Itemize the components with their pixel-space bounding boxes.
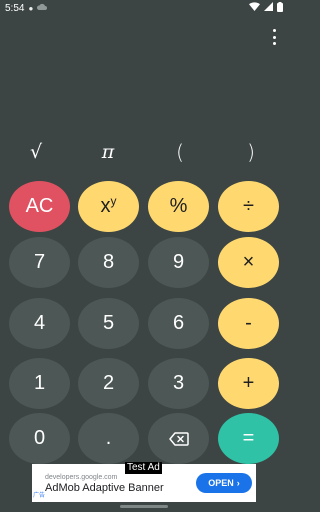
cloud-icon <box>37 3 48 13</box>
backspace-icon <box>168 431 189 446</box>
digit-5-button[interactable]: 5 <box>78 298 139 349</box>
ad-open-label: OPEN <box>208 478 234 488</box>
ad-label: Test Ad <box>125 462 162 474</box>
divide-button[interactable]: ÷ <box>218 181 279 232</box>
status-time: 5:54 <box>5 2 25 14</box>
digit-9-button[interactable]: 9 <box>148 237 209 288</box>
ad-badge: 广告 <box>33 493 46 499</box>
pi-key[interactable]: π <box>78 138 138 166</box>
chat-bubble-icon: ● <box>28 3 34 13</box>
digit-0-button[interactable]: 0 <box>9 413 70 464</box>
sqrt-key[interactable]: √ <box>6 138 66 166</box>
wifi-icon <box>249 2 260 14</box>
ad-domain: developers.google.com <box>45 474 118 481</box>
power-base-label: x <box>100 195 111 217</box>
percent-button[interactable]: % <box>148 181 209 232</box>
chevron-right-icon: › <box>236 478 240 488</box>
signal-icon <box>264 2 273 14</box>
calculator-display <box>0 40 288 136</box>
power-button[interactable]: xy <box>78 181 139 232</box>
status-bar: 5:54 ● <box>0 0 288 16</box>
multiply-button[interactable]: × <box>218 237 279 288</box>
add-button[interactable]: + <box>218 358 279 409</box>
digit-2-button[interactable]: 2 <box>78 358 139 409</box>
backspace-button[interactable] <box>148 413 209 464</box>
digit-1-button[interactable]: 1 <box>9 358 70 409</box>
navigation-handle[interactable] <box>120 505 168 508</box>
equals-button[interactable]: = <box>218 413 279 464</box>
power-exponent-label: y <box>110 193 117 208</box>
digit-3-button[interactable]: 3 <box>148 358 209 409</box>
subtract-button[interactable]: - <box>218 298 279 349</box>
open-paren-key[interactable]: ( <box>150 138 210 166</box>
battery-icon <box>277 1 283 15</box>
close-paren-key[interactable]: ) <box>221 138 281 166</box>
decimal-button[interactable]: . <box>78 413 139 464</box>
ad-open-button[interactable]: OPEN › <box>196 473 252 493</box>
ad-banner[interactable]: Test Ad developers.google.com AdMob Adap… <box>32 462 256 502</box>
digit-7-button[interactable]: 7 <box>9 237 70 288</box>
scientific-keys-row: √ π ( ) <box>0 138 288 166</box>
digit-4-button[interactable]: 4 <box>9 298 70 349</box>
digit-8-button[interactable]: 8 <box>78 237 139 288</box>
digit-6-button[interactable]: 6 <box>148 298 209 349</box>
clear-button[interactable]: AC <box>9 181 70 232</box>
ad-title: AdMob Adaptive Banner <box>45 482 164 494</box>
